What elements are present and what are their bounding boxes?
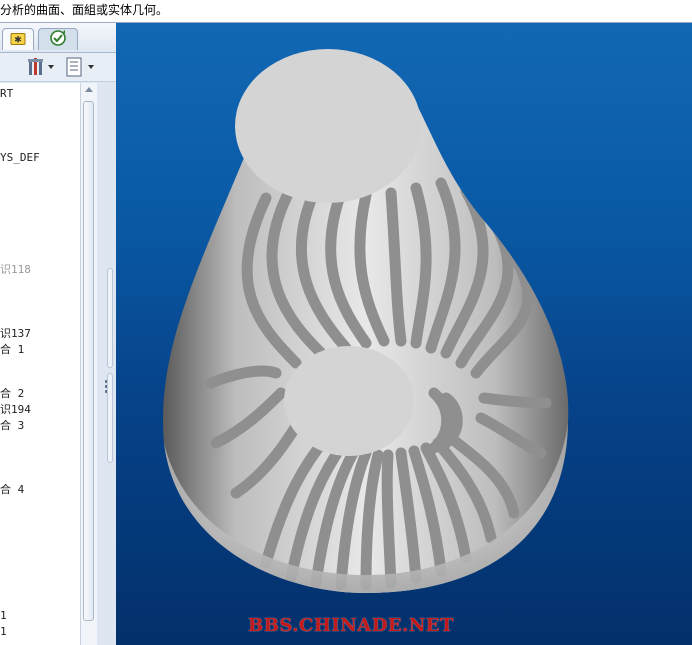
tree-item[interactable]: RT xyxy=(0,87,13,100)
scroll-up-arrow-icon[interactable] xyxy=(85,87,93,92)
message-text: 分析的曲面、面組或实体几何。 xyxy=(0,3,169,17)
display-list-icon xyxy=(64,57,98,82)
tree-scrollbar[interactable] xyxy=(80,83,97,645)
settings-tools-icon xyxy=(26,58,58,82)
sash-handle[interactable] xyxy=(107,268,113,368)
star-folder-icon: ✱ xyxy=(10,30,26,49)
tab-model-tree[interactable]: ✱ xyxy=(2,28,34,50)
tree-item[interactable]: 合 4 xyxy=(0,481,24,497)
tree-item[interactable]: 合 2 xyxy=(0,385,24,401)
display-button[interactable] xyxy=(64,56,98,78)
tree-item[interactable]: 合 1 xyxy=(0,341,24,357)
tree-item[interactable]: 1 xyxy=(0,609,7,622)
inner-circular-face xyxy=(284,346,414,456)
panel-tabs: ✱ xyxy=(0,23,116,53)
message-bar: 分析的曲面、面組或实体几何。 xyxy=(0,0,692,23)
svg-text:✱: ✱ xyxy=(14,35,22,45)
model-tree[interactable]: RT YS_DEF 识118 识137 合 1 合 2 识194 合 3 合 4 1 1 xyxy=(0,83,81,645)
zebra-shaded-model xyxy=(162,49,569,593)
tree-item[interactable]: 识137 xyxy=(0,325,31,341)
tree-item[interactable]: 识118 xyxy=(0,261,31,277)
sash-handle[interactable] xyxy=(107,373,113,463)
graphics-viewport[interactable]: BBS.CHINADE.NET xyxy=(116,23,692,645)
tree-item[interactable]: YS_DEF xyxy=(0,151,40,164)
refresh-check-icon xyxy=(48,29,68,51)
scroll-thumb[interactable] xyxy=(83,101,94,621)
tree-item[interactable]: 识194 xyxy=(0,401,31,417)
tree-toolbar xyxy=(0,53,116,82)
tree-item[interactable]: 1 xyxy=(0,625,7,638)
watermark-text: BBS.CHINADE.NET xyxy=(248,615,454,636)
top-circular-face xyxy=(235,49,421,203)
tab-regenerate[interactable] xyxy=(38,28,78,50)
model-tree-panel: ✱ RT YS_DEF 识118 识137 合 1 合 2 识194 合 3 合… xyxy=(0,23,116,645)
tree-item[interactable]: 合 3 xyxy=(0,417,24,433)
settings-button[interactable] xyxy=(26,56,58,78)
